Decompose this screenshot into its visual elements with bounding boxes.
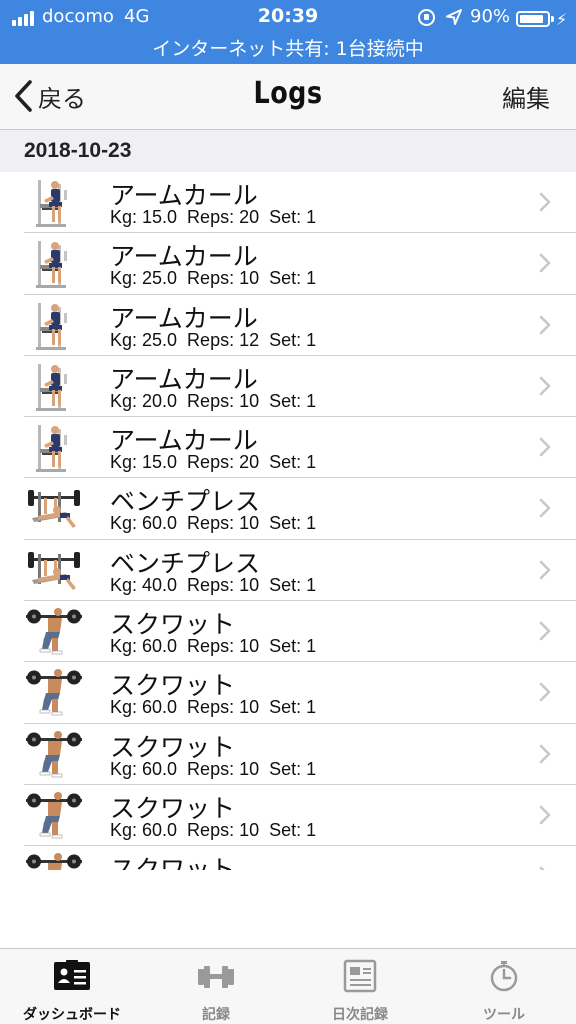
chevron-right-icon [539, 560, 551, 580]
page-title: Logs [253, 76, 323, 111]
tab-bar: ダッシュボード 記録 日次記録 ツール [0, 948, 576, 1024]
battery-level [520, 15, 543, 23]
chevron-right-icon [539, 805, 551, 825]
log-row[interactable]: スクワット Kg: 60.0 Reps: 10 Set: 1 [24, 601, 576, 663]
tab-label: 記録 [202, 1007, 230, 1023]
status-bar: docomo 4G 20:39 90% ⚡ インターネット共有: 1台接続中 [0, 0, 576, 64]
section-date: 2018-10-23 [24, 139, 132, 162]
tab-label: ダッシュボード [23, 1007, 121, 1023]
tab-label: 日次記録 [332, 1007, 388, 1023]
exercise-stats: Kg: 15.0 Reps: 20 Set: 1 [110, 452, 317, 473]
tab-tools[interactable]: ツール [432, 949, 576, 1024]
log-row[interactable]: スクワット Kg: 60.0 Reps: 10 Set: 1 [24, 785, 576, 847]
battery-percent: 90% [470, 6, 511, 27]
log-row[interactable]: ベンチプレス Kg: 60.0 Reps: 10 Set: 1 [24, 478, 576, 540]
squat-image [24, 789, 86, 842]
edit-button[interactable]: 編集 [502, 79, 550, 114]
chevron-right-icon [539, 253, 551, 273]
hotspot-banner[interactable]: インターネット共有: 1台接続中 [0, 34, 576, 61]
squat-image [24, 605, 86, 658]
log-row[interactable]: アームカール Kg: 15.0 Reps: 20 Set: 1 [24, 172, 576, 234]
bench-press-image [24, 482, 86, 535]
log-row[interactable]: ベンチプレス Kg: 40.0 Reps: 10 Set: 1 [24, 540, 576, 602]
tab-dashboard[interactable]: ダッシュボード [0, 949, 144, 1024]
log-row[interactable]: アームカール Kg: 25.0 Reps: 10 Set: 1 [24, 233, 576, 295]
chevron-right-icon [539, 192, 551, 212]
arm-curl-machine-image [24, 421, 86, 474]
log-row[interactable]: アームカール Kg: 20.0 Reps: 10 Set: 1 [24, 356, 576, 418]
exercise-stats: Kg: 40.0 Reps: 10 Set: 1 [110, 574, 317, 595]
dashboard-icon [52, 959, 92, 993]
status-row: docomo 4G 20:39 90% ⚡ [0, 4, 576, 30]
navigation-bar: 戻る Logs 編集 [0, 64, 576, 130]
chevron-right-icon [539, 499, 551, 518]
exercise-stats: Kg: 15.0 Reps: 20 Set: 1 [110, 207, 317, 227]
chevron-right-icon [539, 683, 551, 702]
squat-image [24, 666, 86, 719]
dumbbell-icon [196, 959, 236, 993]
arm-curl-machine-image [24, 360, 86, 413]
arm-curl-machine-image [24, 176, 86, 229]
chevron-right-icon [539, 437, 551, 457]
exercise-stats: Kg: 60.0 Reps: 10 Set: 1 [110, 697, 317, 718]
log-row[interactable]: アームカール Kg: 25.0 Reps: 12 Set: 1 [24, 295, 576, 356]
chevron-right-icon [539, 866, 545, 870]
stopwatch-icon [484, 959, 524, 993]
daily-log-icon [340, 959, 380, 993]
arm-curl-machine-image [24, 237, 86, 290]
date-section-header: 2018-10-23 [0, 130, 576, 172]
exercise-stats: Kg: 25.0 Reps: 10 Set: 1 [110, 268, 317, 289]
battery-icon [516, 11, 550, 27]
tab-daily-records[interactable]: 日次記録 [288, 949, 432, 1024]
bench-press-image [24, 544, 86, 597]
location-arrow-icon [446, 9, 462, 25]
chevron-left-icon [15, 80, 32, 112]
chevron-right-icon [539, 744, 551, 763]
squat-image [24, 850, 86, 870]
exercise-stats: Kg: 60.0 Reps: 10 Set: 1 [110, 636, 317, 657]
tab-records[interactable]: 記録 [144, 949, 288, 1024]
tab-label: ツール [483, 1007, 525, 1023]
log-row[interactable]: スクワット Kg: 60.0 Reps: 10 Set: 1 [24, 662, 576, 724]
chevron-right-icon [539, 621, 551, 641]
log-row[interactable]: スクワット Kg: 60.0 Reps: 10 Set: 1 [24, 724, 576, 785]
exercise-stats: Kg: 60.0 Reps: 10 Set: 1 [110, 758, 317, 779]
squat-image [24, 728, 86, 781]
exercise-name: スクワット [110, 855, 236, 870]
chevron-right-icon [539, 376, 551, 396]
log-list[interactable]: アームカール Kg: 15.0 Reps: 20 Set: 1 アームカール Kg:… [0, 172, 576, 870]
log-row[interactable]: アームカール Kg: 15.0 Reps: 20 Set: 1 [24, 417, 576, 479]
log-row[interactable]: スクワット [24, 846, 576, 870]
exercise-stats: Kg: 60.0 Reps: 10 Set: 1 [110, 513, 317, 534]
battery-tip [551, 16, 554, 22]
charging-bolt-icon: ⚡ [556, 10, 568, 29]
chevron-right-icon [539, 315, 551, 334]
exercise-stats: Kg: 25.0 Reps: 12 Set: 1 [110, 329, 317, 350]
exercise-stats: Kg: 20.0 Reps: 10 Set: 1 [110, 390, 317, 411]
arm-curl-machine-image [24, 299, 86, 352]
exercise-stats: Kg: 60.0 Reps: 10 Set: 1 [110, 819, 317, 840]
rotation-lock-icon [418, 9, 435, 26]
